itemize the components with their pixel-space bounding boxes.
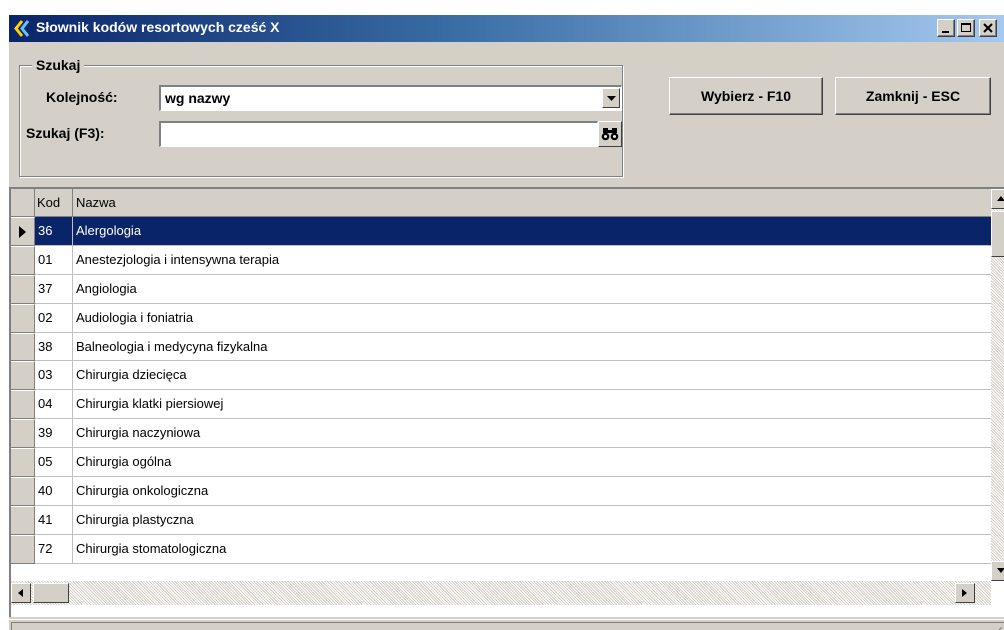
cell-nazwa[interactable]: Chirurgia naczyniowa: [73, 419, 991, 449]
table-row[interactable]: 37 Angiologia: [11, 274, 991, 304]
search-group: Szukaj Kolejność: wg nazwy Szukaj (F3):: [19, 57, 623, 177]
vertical-scrollbar[interactable]: [991, 189, 1004, 581]
column-header-nazwa[interactable]: Nazwa: [73, 189, 991, 217]
title-bar[interactable]: Słownik kodów resortowych cześć X: [9, 15, 1004, 42]
close-button[interactable]: Zamknij - ESC: [835, 77, 991, 115]
minimize-button[interactable]: [937, 19, 955, 37]
cell-nazwa[interactable]: Anestezjologia i intensywna terapia: [73, 246, 991, 275]
table-row[interactable]: 72 Chirurgia stomatologiczna: [11, 534, 991, 564]
search-group-label: Szukaj: [32, 57, 85, 73]
cell-kod[interactable]: 04: [35, 390, 73, 420]
cell-kod[interactable]: 03: [35, 361, 73, 391]
horizontal-scroll-thumb[interactable]: [33, 583, 69, 603]
row-indicator[interactable]: [11, 245, 35, 275]
row-indicator[interactable]: [11, 361, 35, 391]
binoculars-icon: [601, 128, 619, 141]
row-indicator[interactable]: [11, 274, 35, 304]
order-select-value: wg nazwy: [165, 90, 231, 106]
status-panel: [11, 622, 1004, 630]
cell-nazwa[interactable]: Angiologia: [73, 275, 991, 304]
cell-kod[interactable]: 02: [35, 303, 73, 333]
table-row[interactable]: 04 Chirurgia klatki piersiowej: [11, 390, 991, 420]
table-row[interactable]: 36 Alergologia: [11, 217, 991, 246]
grid-header: Kod Nazwa: [11, 189, 991, 217]
table-row[interactable]: 05 Chirurgia ogólna: [11, 448, 991, 478]
column-header-kod[interactable]: Kod: [35, 189, 73, 217]
cell-nazwa[interactable]: Audiologia i foniatria: [73, 304, 991, 333]
table-row[interactable]: 39 Chirurgia naczyniowa: [11, 419, 991, 449]
scroll-up-button[interactable]: [991, 189, 1004, 209]
horizontal-scrollbar[interactable]: [11, 581, 991, 605]
app-icon: [13, 20, 33, 37]
header-indicator: [11, 189, 35, 217]
table-row[interactable]: 02 Audiologia i foniatria: [11, 303, 991, 333]
row-indicator[interactable]: [11, 448, 35, 478]
arrow-left-icon: [18, 589, 23, 597]
table-row[interactable]: 03 Chirurgia dziecięca: [11, 361, 991, 391]
arrow-right-icon: [962, 589, 967, 597]
select-button[interactable]: Wybierz - F10: [669, 77, 823, 115]
table-row[interactable]: 38 Balneologia i medycyna fizykalna: [11, 332, 991, 362]
close-window-button[interactable]: [979, 19, 997, 37]
cell-nazwa[interactable]: Chirurgia stomatologiczna: [73, 535, 991, 564]
cell-kod[interactable]: 38: [35, 332, 73, 362]
maximize-icon: [961, 23, 971, 32]
minimize-icon: [942, 31, 949, 33]
cell-nazwa[interactable]: Chirurgia onkologiczna: [73, 477, 991, 506]
cell-kod[interactable]: 72: [35, 534, 73, 564]
scroll-right-button[interactable]: [955, 583, 975, 603]
status-bar: [9, 619, 1004, 630]
table-row[interactable]: 41 Chirurgia plastyczna: [11, 505, 991, 535]
row-indicator[interactable]: [11, 505, 35, 535]
grid-rows: 36 Alergologia 01 Anestezjologia i intensyw…: [11, 217, 991, 564]
row-indicator[interactable]: [11, 332, 35, 362]
cell-kod[interactable]: 37: [35, 274, 73, 304]
search-button[interactable]: [598, 121, 622, 147]
cell-kod[interactable]: 05: [35, 448, 73, 478]
close-icon: [983, 23, 993, 33]
cell-kod[interactable]: 40: [35, 477, 73, 506]
vertical-scroll-thumb[interactable]: [991, 211, 1004, 257]
arrow-up-icon: [997, 196, 1004, 201]
scroll-down-button[interactable]: [991, 561, 1004, 581]
search-label: Szukaj (F3):: [26, 125, 105, 141]
codes-grid[interactable]: Kod Nazwa 36 Alergologia 01 Anestezjologia …: [9, 187, 1004, 617]
chevron-down-icon: [607, 96, 616, 101]
table-row[interactable]: 01 Anestezjologia i intensywna terapia: [11, 245, 991, 275]
row-indicator[interactable]: [11, 303, 35, 333]
cell-kod[interactable]: 01: [35, 245, 73, 275]
cell-kod[interactable]: 41: [35, 505, 73, 535]
dictionary-window: Słownik kodów resortowych cześć X Szukaj…: [8, 14, 1004, 630]
row-indicator[interactable]: [11, 390, 35, 420]
cell-nazwa[interactable]: Chirurgia klatki piersiowej: [73, 390, 991, 420]
arrow-down-icon: [997, 568, 1004, 573]
row-pointer-icon: [19, 226, 26, 238]
cell-nazwa[interactable]: Alergologia: [73, 217, 991, 246]
cell-kod[interactable]: 36: [35, 217, 73, 246]
row-indicator[interactable]: [11, 534, 35, 564]
table-row[interactable]: 40 Chirurgia onkologiczna: [11, 477, 991, 506]
order-select[interactable]: wg nazwy: [159, 85, 622, 111]
cell-nazwa[interactable]: Balneologia i medycyna fizykalna: [73, 333, 991, 362]
scroll-left-button[interactable]: [11, 583, 31, 603]
resize-grip-icon[interactable]: [991, 626, 1003, 630]
row-indicator[interactable]: [11, 419, 35, 449]
order-label: Kolejność:: [46, 89, 118, 105]
cell-nazwa[interactable]: Chirurgia dziecięca: [73, 361, 991, 391]
cell-nazwa[interactable]: Chirurgia ogólna: [73, 448, 991, 478]
row-indicator[interactable]: [11, 477, 35, 506]
cell-kod[interactable]: 39: [35, 419, 73, 449]
row-indicator[interactable]: [11, 217, 35, 246]
maximize-button[interactable]: [957, 19, 975, 37]
cell-nazwa[interactable]: Chirurgia plastyczna: [73, 506, 991, 535]
window-title: Słownik kodów resortowych cześć X: [36, 19, 280, 35]
search-input[interactable]: [159, 121, 598, 147]
order-dropdown-button[interactable]: [602, 88, 620, 108]
